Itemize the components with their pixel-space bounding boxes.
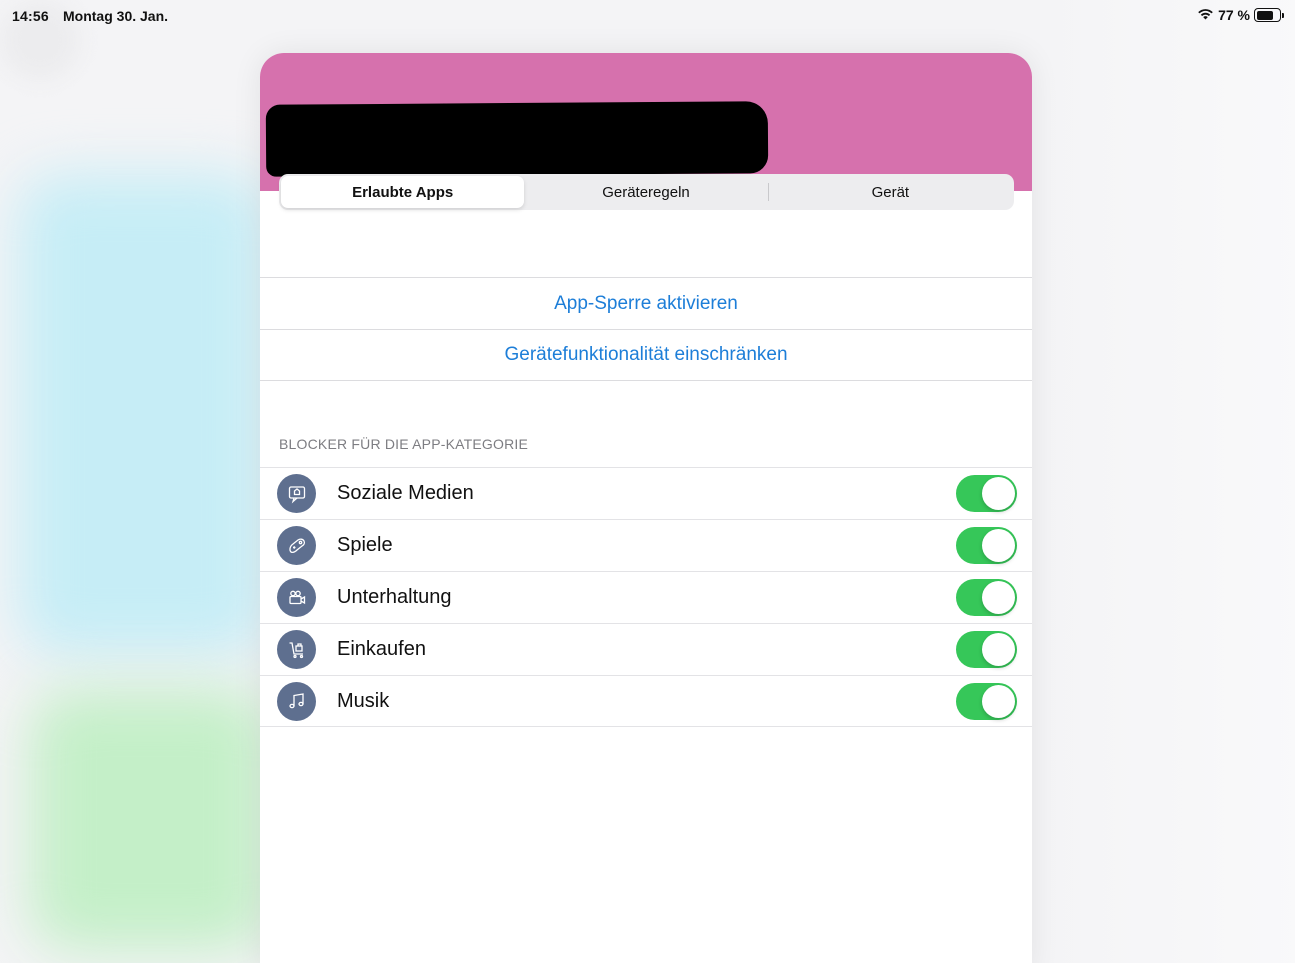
- list-item-shopping: Einkaufen: [260, 623, 1032, 675]
- list-item-label: Musik: [337, 689, 390, 712]
- list-item-music: Musik: [260, 675, 1032, 727]
- enable-app-lock-button[interactable]: App-Sperre aktivieren: [260, 277, 1032, 329]
- music-toggle[interactable]: [956, 682, 1017, 720]
- games-icon: [277, 526, 316, 565]
- background-fade: [1035, 0, 1295, 963]
- list-item-games: Spiele: [260, 519, 1032, 571]
- tab-segmented-control: Erlaubte Apps Geräteregeln Gerät: [279, 174, 1014, 210]
- profile-header: [260, 53, 1032, 191]
- toggle-knob: [982, 581, 1015, 614]
- toggle-knob: [982, 684, 1015, 718]
- battery-level: [1256, 10, 1274, 20]
- status-time: 14:56: [12, 8, 49, 24]
- wifi-icon: [1197, 7, 1214, 23]
- battery-percent: 77 %: [1218, 7, 1250, 23]
- background-blur-cyan: [18, 175, 268, 655]
- social-media-icon: [277, 474, 316, 513]
- games-toggle[interactable]: [956, 527, 1017, 564]
- list-item-label: Unterhaltung: [337, 586, 452, 608]
- list-item-entertainment: Unterhaltung: [260, 571, 1032, 623]
- shopping-icon: [277, 630, 316, 669]
- status-bar: 14:56 Montag 30. Jan. 77 %: [0, 0, 1295, 34]
- list-item-label: Spiele: [337, 534, 393, 556]
- entertainment-toggle[interactable]: [956, 579, 1017, 616]
- parental-control-sheet: Erlaubte Apps Geräteregeln Gerät App-Spe…: [260, 53, 1032, 963]
- shopping-toggle[interactable]: [956, 631, 1017, 668]
- social-media-toggle[interactable]: [956, 475, 1017, 512]
- tab-device-rules[interactable]: Geräteregeln: [524, 176, 767, 208]
- section-title-category-blocker: BLOCKER FÜR DIE APP-KATEGORIE: [279, 436, 529, 452]
- redacted-profile-name: [265, 101, 769, 177]
- tab-device[interactable]: Gerät: [769, 176, 1012, 208]
- toggle-knob: [982, 477, 1015, 510]
- entertainment-icon: [277, 578, 316, 617]
- music-icon: [277, 681, 316, 721]
- category-list: Soziale Medien Spiele Unterhaltung Einka…: [260, 467, 1032, 727]
- list-item-label: Soziale Medien: [337, 482, 474, 504]
- toggle-knob: [982, 633, 1015, 666]
- background-blur-green: [30, 690, 270, 950]
- status-indicators: 77 %: [1197, 7, 1284, 23]
- tab-allowed-apps[interactable]: Erlaubte Apps: [281, 176, 525, 208]
- status-date: Montag 30. Jan.: [63, 8, 169, 24]
- restrict-device-button[interactable]: Gerätefunktionalität einschränken: [260, 329, 1032, 381]
- battery-icon: [1254, 8, 1284, 22]
- list-item-label: Einkaufen: [337, 638, 426, 660]
- toggle-knob: [982, 529, 1015, 562]
- list-item-social-media: Soziale Medien: [260, 467, 1032, 519]
